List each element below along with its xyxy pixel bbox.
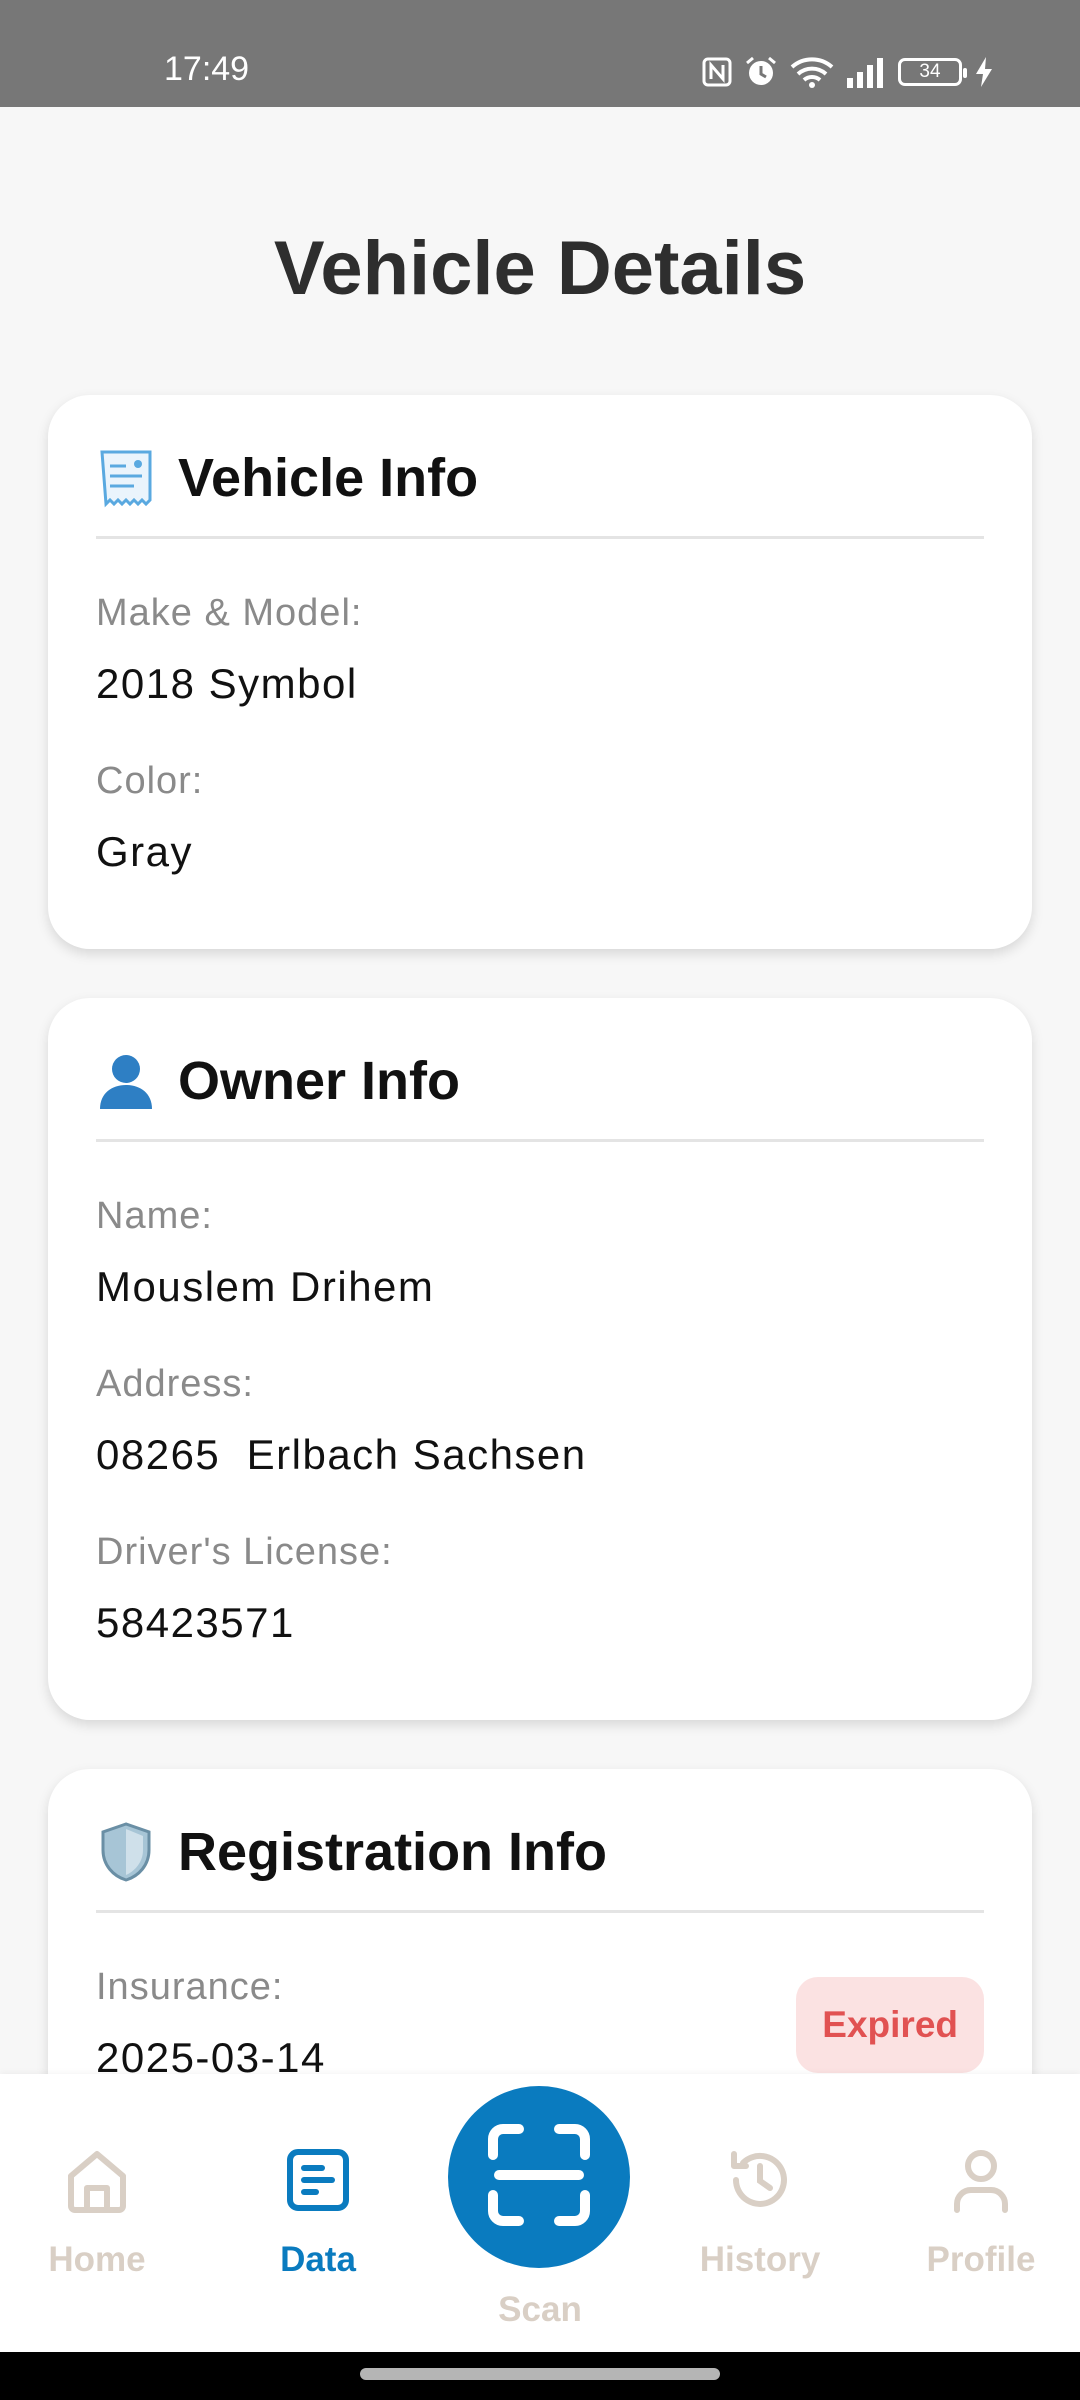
divider (96, 1910, 984, 1913)
shield-icon (96, 1822, 156, 1882)
vehicle-info-header: Vehicle Info (96, 447, 478, 509)
nav-history[interactable]: History (675, 2144, 845, 2280)
alarm-icon (744, 55, 778, 89)
receipt-icon (96, 448, 156, 508)
nav-data-label: Data (280, 2240, 356, 2279)
vehicle-info-title: Vehicle Info (178, 448, 479, 508)
registration-info-header: Registration Info (96, 1821, 607, 1883)
color-value: Gray (96, 828, 194, 875)
history-icon (724, 2144, 796, 2216)
name-label: Name: (96, 1195, 213, 1237)
nav-home-label: Home (48, 2240, 146, 2279)
make-model-value: 2018 Symbol (96, 660, 358, 707)
bottom-nav: Home Data Scan History Profile (0, 2074, 1080, 2352)
address-label: Address: (96, 1363, 254, 1405)
owner-info-title: Owner Info (178, 1051, 460, 1111)
scan-icon (485, 2121, 593, 2234)
nav-data[interactable]: Data (233, 2144, 403, 2280)
color-label: Color: (96, 760, 204, 802)
nav-home[interactable]: Home (12, 2144, 182, 2280)
charging-icon (974, 56, 994, 88)
owner-info-header: Owner Info (96, 1050, 460, 1112)
registration-info-title: Registration Info (178, 1822, 607, 1882)
name-value: Mouslem Drihem (96, 1263, 435, 1310)
person-icon (96, 1051, 156, 1111)
home-icon (61, 2144, 133, 2216)
scan-label: Scan (498, 2290, 582, 2329)
home-indicator[interactable] (360, 2368, 720, 2380)
address-value: 08265 Erlbach Sachsen (96, 1431, 587, 1478)
battery-level: 34 (919, 61, 941, 82)
insurance-label: Insurance: (96, 1966, 284, 2008)
battery-icon: 34 (898, 58, 967, 86)
divider (96, 1139, 984, 1142)
gesture-bar (0, 2352, 1080, 2400)
license-label: Driver's License: (96, 1531, 393, 1573)
license-value: 58423571 (96, 1599, 295, 1646)
owner-info-card: Owner Info Name: Mouslem Drihem Address:… (48, 998, 1032, 1720)
profile-icon (945, 2144, 1017, 2216)
status-badge: Expired (796, 1977, 984, 2073)
nav-history-label: History (699, 2240, 821, 2279)
nav-profile[interactable]: Profile (896, 2144, 1066, 2280)
status-bar: 17:49 34 (0, 0, 1080, 107)
wifi-icon (790, 55, 834, 89)
page-title: Vehicle Details (273, 226, 807, 311)
status-icons: 34 (702, 52, 994, 92)
make-model-label: Make & Model: (96, 592, 363, 634)
document-icon (282, 2144, 354, 2216)
divider (96, 536, 984, 539)
status-time: 17:49 (164, 50, 250, 88)
signal-icon (846, 56, 886, 88)
scan-button[interactable] (448, 2086, 630, 2268)
nfc-icon (702, 57, 732, 87)
vehicle-info-card: Vehicle Info Make & Model: 2018 Symbol C… (48, 395, 1032, 949)
nav-profile-label: Profile (926, 2240, 1036, 2279)
